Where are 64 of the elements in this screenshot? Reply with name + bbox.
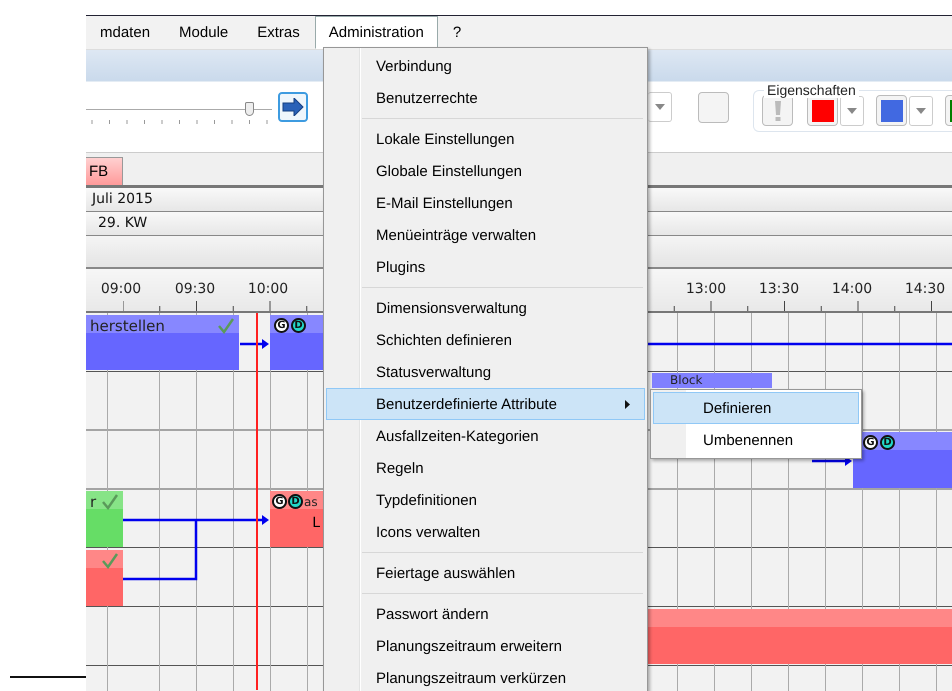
menu-item[interactable]: Statusverwaltung bbox=[326, 356, 645, 388]
menu-item[interactable]: Plugins bbox=[326, 251, 645, 283]
menu-item[interactable]: Menüeinträge verwalten bbox=[326, 219, 645, 251]
toolbar-button[interactable] bbox=[698, 92, 729, 123]
slider-thumb[interactable] bbox=[245, 102, 254, 116]
time-label: 09:00 bbox=[100, 280, 142, 297]
week-label: 29. KW bbox=[98, 215, 148, 232]
submenu-item[interactable]: Definieren bbox=[653, 392, 859, 424]
dropdown-arrow-icon bbox=[847, 108, 857, 114]
time-label: 10:00 bbox=[246, 280, 290, 297]
menu-item[interactable]: Passwort ändern bbox=[326, 598, 645, 630]
menu-item[interactable]: Globale Einstellungen bbox=[326, 155, 645, 187]
task-bar[interactable]: herstellen bbox=[86, 314, 239, 370]
dropdown-button[interactable] bbox=[648, 92, 672, 122]
task-label: L bbox=[312, 514, 320, 531]
task-label: r bbox=[90, 494, 96, 510]
tab[interactable]: FB bbox=[86, 156, 124, 185]
forward-button[interactable] bbox=[278, 92, 308, 122]
task-bar[interactable]: Block bbox=[652, 373, 772, 388]
menu-item[interactable]: Feiertage auswählen bbox=[326, 557, 645, 589]
exclamation-icon bbox=[774, 100, 780, 121]
dropdown-button[interactable] bbox=[909, 96, 933, 126]
color-button[interactable] bbox=[876, 95, 907, 126]
task-bar[interactable]: r bbox=[86, 490, 123, 547]
task-label: as bbox=[304, 494, 318, 510]
menu-item[interactable]: Benutzerdefinierte Attribute bbox=[326, 388, 645, 420]
badge: G bbox=[274, 318, 289, 333]
menu-item[interactable]: Regeln bbox=[326, 452, 645, 484]
time-label: 13:30 bbox=[758, 280, 800, 297]
menu-item[interactable]: Dimensionsverwaltung bbox=[326, 292, 645, 324]
menu-bar-item[interactable]: ? bbox=[438, 16, 476, 49]
menu-bar-item[interactable]: Administration bbox=[314, 16, 438, 49]
menu-item[interactable]: Lokale Einstellungen bbox=[326, 123, 645, 155]
task-bar[interactable]: G D bbox=[270, 314, 323, 370]
menu-item[interactable]: Planungszeitraum erweitern bbox=[326, 630, 645, 662]
time-label: 14:30 bbox=[904, 280, 946, 297]
badge: G bbox=[272, 494, 287, 510]
arrow-right-icon bbox=[282, 98, 304, 116]
menu-item[interactable]: Schichten definieren bbox=[326, 324, 645, 356]
time-label: 14:00 bbox=[830, 280, 874, 297]
badge: D bbox=[288, 494, 303, 510]
task-label: Block bbox=[670, 373, 702, 388]
menu-bar-item[interactable]: Extras bbox=[243, 16, 314, 49]
menu-item[interactable]: E-Mail Einstellungen bbox=[326, 187, 645, 219]
badge: G bbox=[863, 435, 878, 450]
menu-item[interactable]: Planungszeitraum verkürzen bbox=[326, 662, 645, 691]
time-label: 09:30 bbox=[174, 280, 216, 297]
task-bar[interactable]: G D bbox=[853, 432, 952, 488]
dropdown-arrow-icon bbox=[654, 104, 664, 110]
menu-item[interactable]: Typdefinitionen bbox=[326, 484, 645, 516]
menu-bar-item[interactable]: mdaten bbox=[86, 16, 164, 49]
badge: D bbox=[291, 318, 306, 333]
time-label: 13:00 bbox=[684, 280, 728, 297]
menu-item[interactable]: Benutzerrechte bbox=[326, 82, 645, 114]
task-label: herstellen bbox=[90, 318, 165, 334]
menu-item[interactable]: Ausfallzeiten-Kategorien bbox=[326, 420, 645, 452]
dependency-arrow bbox=[240, 338, 269, 349]
menu-item[interactable]: Icons verwalten bbox=[326, 516, 645, 548]
group-title: Eigenschaften bbox=[764, 82, 859, 98]
task-bar[interactable]: G D as L bbox=[270, 490, 323, 547]
menu-bar-item[interactable]: Module bbox=[165, 16, 242, 49]
badge: D bbox=[880, 435, 895, 450]
dropdown-arrow-icon bbox=[916, 108, 926, 114]
month-label: Juli 2015 bbox=[92, 191, 153, 208]
